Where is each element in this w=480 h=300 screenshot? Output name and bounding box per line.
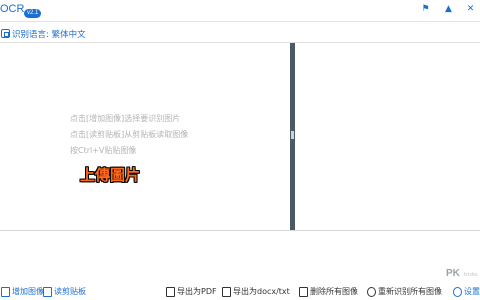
refresh-icon [367, 286, 376, 297]
pin-icon[interactable]: ▲ [444, 5, 453, 14]
image-icon [1, 286, 10, 297]
delete-all-label: 删除所有图像 [310, 287, 358, 296]
trash-icon [299, 286, 308, 297]
thumbnail-area[interactable] [0, 231, 480, 281]
settings-label: 设置 [464, 287, 480, 296]
delete-all-button[interactable]: 删除所有图像 [299, 283, 358, 300]
upload-image-annotation: 上傳圖片 [80, 166, 141, 184]
bottom-toolbar: 增加图像 读剪贴板 导出为PDF 导出为docx/txt 删除所有图像 重新识别… [0, 283, 480, 300]
watermark-sub: tricks [464, 272, 478, 278]
reocr-all-label: 重新识别所有图像 [378, 287, 442, 296]
clipboard-icon [43, 286, 52, 297]
title-bar: OCR v2.1 ⚑ ▲ ✕ [0, 0, 480, 22]
gear-icon [453, 286, 462, 297]
pdf-icon [166, 286, 175, 297]
settings-button[interactable]: 设置 [453, 283, 480, 300]
app-title: OCR [0, 3, 25, 15]
add-image-label: 增加图像 [12, 287, 44, 296]
read-clipboard-button[interactable]: 读剪贴板 [43, 283, 86, 300]
splitter-grip-icon[interactable] [291, 131, 294, 139]
export-docx-button[interactable]: 导出为docx/txt [222, 283, 290, 300]
document-icon [222, 286, 231, 297]
ocr-app-window: OCR v2.1 ⚑ ▲ ✕ 识别语言: 繁体中文 点击[增加图像]选择要识别图… [0, 0, 480, 300]
export-pdf-button[interactable]: 导出为PDF [166, 283, 217, 300]
export-pdf-label: 导出为PDF [177, 287, 217, 296]
read-clipboard-label: 读剪贴板 [54, 287, 86, 296]
language-selector[interactable]: 识别语言: 繁体中文 [0, 28, 300, 42]
export-docx-label: 导出为docx/txt [233, 287, 290, 296]
image-drop-pane[interactable]: 点击[增加图像]选择要识别图片 点击[读剪贴板]从剪贴板读取图像 按Ctrl+V… [0, 43, 290, 230]
language-label[interactable]: 识别语言: 繁体中文 [12, 28, 86, 40]
language-icon [1, 29, 10, 38]
reocr-all-button[interactable]: 重新识别所有图像 [367, 283, 442, 300]
hint-paste: 按Ctrl+V贴贴图像 [70, 146, 137, 155]
flag-icon[interactable]: ⚑ [421, 5, 430, 14]
hint-add-image: 点击[增加图像]选择要识别图片 [70, 114, 181, 123]
watermark-logo: PK [446, 268, 460, 279]
version-badge: v2.1 [24, 9, 42, 18]
ocr-result-pane[interactable] [295, 43, 480, 230]
add-image-button[interactable]: 增加图像 [1, 283, 44, 300]
hint-read-clipboard: 点击[读剪贴板]从剪贴板读取图像 [70, 130, 189, 139]
close-icon[interactable]: ✕ [466, 5, 475, 14]
